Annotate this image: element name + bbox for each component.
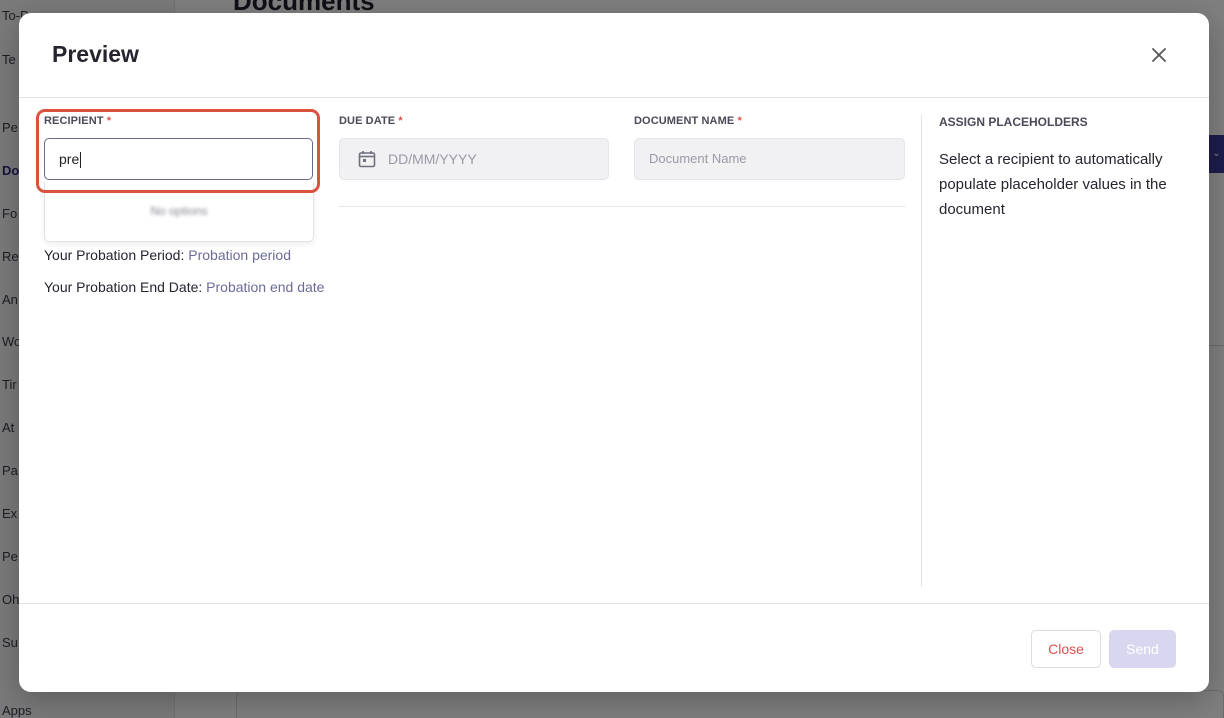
preview-modal: Preview RECIPIENT * pre No options DUE D… <box>19 13 1209 692</box>
document-name-label: DOCUMENT NAME * <box>634 115 742 127</box>
document-line-label: Your Probation End Date: <box>44 279 203 295</box>
required-mark: * <box>398 115 403 127</box>
document-line-label: Your Probation Period: <box>44 247 185 263</box>
calendar-icon <box>358 151 376 168</box>
send-button[interactable]: Send <box>1109 630 1176 668</box>
recipient-highlight <box>36 109 320 193</box>
due-date-label: DUE DATE * <box>339 115 403 127</box>
document-name-label-text: DOCUMENT NAME <box>634 115 735 127</box>
due-date-placeholder: DD/MM/YYYY <box>388 151 477 167</box>
panel-divider <box>921 115 922 587</box>
placeholder-value: Probation end date <box>206 279 325 295</box>
document-line: Your Probation Period: Probation period <box>44 247 291 263</box>
assign-placeholders-text: Select a recipient to automatically popu… <box>939 151 1167 218</box>
close-button[interactable]: Close <box>1031 630 1101 668</box>
close-icon[interactable] <box>1147 43 1171 67</box>
due-date-label-text: DUE DATE <box>339 115 396 127</box>
fields-divider <box>339 206 905 207</box>
close-icon-graphic <box>1152 48 1166 62</box>
document-name-input[interactable]: Document Name <box>634 138 905 180</box>
assign-placeholders-heading: ASSIGN PLACEHOLDERS <box>939 115 1088 129</box>
required-mark: * <box>737 115 742 127</box>
document-line: Your Probation End Date: Probation end d… <box>44 279 324 295</box>
modal-title: Preview <box>52 41 139 67</box>
due-date-input[interactable]: DD/MM/YYYY <box>339 138 609 180</box>
footer-divider <box>19 603 1209 604</box>
placeholder-value: Probation period <box>188 247 291 263</box>
header-divider <box>19 97 1209 98</box>
document-name-placeholder: Document Name <box>649 151 747 166</box>
no-options-message: No options <box>150 204 208 218</box>
